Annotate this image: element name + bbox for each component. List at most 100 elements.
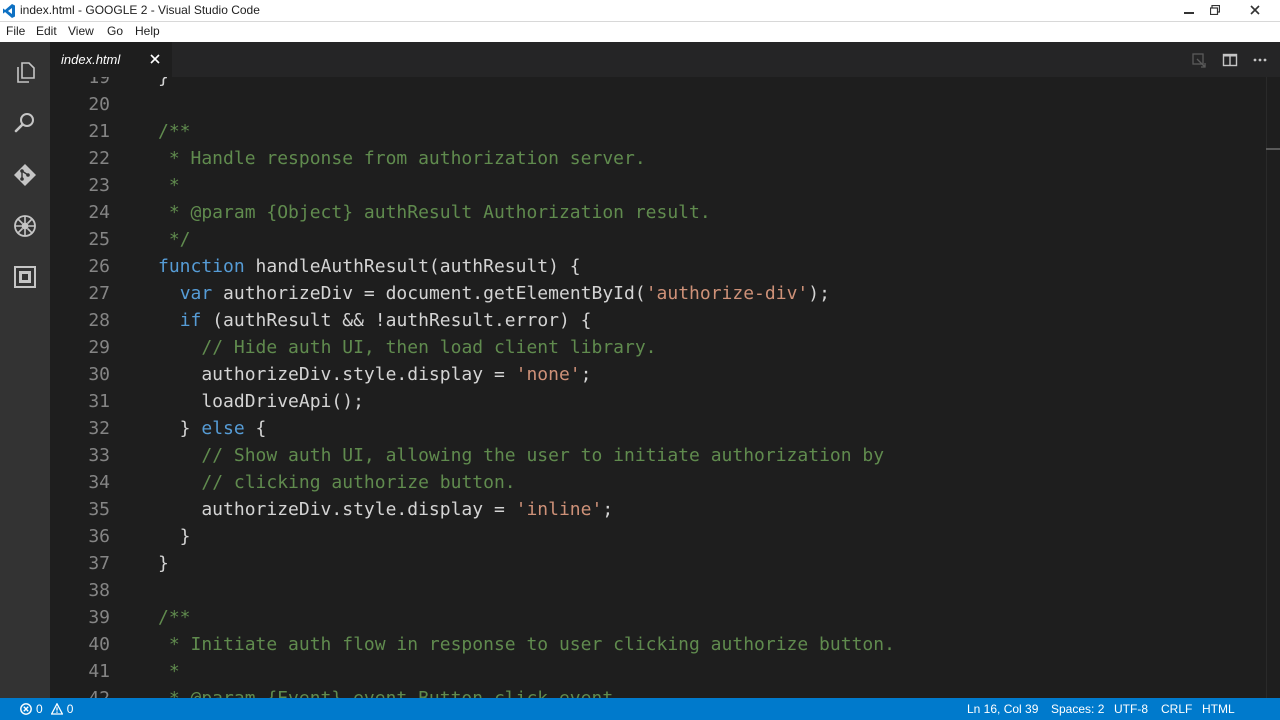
code-line[interactable]: 41 * — [50, 658, 1266, 685]
line-number: 31 — [88, 391, 110, 412]
line-code: authorizeDiv.style.display = 'inline'; — [158, 496, 613, 523]
code-line[interactable]: 40 * Initiate auth flow in response to u… — [50, 631, 1266, 658]
code-line[interactable]: 20 — [50, 91, 1266, 118]
code-line[interactable]: 19} — [50, 77, 1266, 91]
open-changes-button[interactable] — [1190, 51, 1208, 69]
language-mode[interactable]: HTML — [1202, 702, 1235, 716]
code-line[interactable]: 33 // Show auth UI, allowing the user to… — [50, 442, 1266, 469]
window-title: index.html - GOOGLE 2 - Visual Studio Co… — [20, 3, 260, 17]
code-line[interactable]: 39 /** — [50, 604, 1266, 631]
code-line[interactable]: 29 // Hide auth UI, then load client lib… — [50, 334, 1266, 361]
code-token: } — [158, 77, 169, 88]
scrollbar-thumb[interactable] — [1266, 148, 1280, 150]
line-code: } else { — [158, 415, 267, 442]
line-number: 32 — [88, 418, 110, 439]
explorer-button[interactable] — [10, 57, 40, 87]
vscode-logo-icon — [3, 4, 15, 18]
line-code: * Handle response from authorization ser… — [158, 145, 646, 172]
code-token: * — [158, 661, 180, 682]
search-button[interactable] — [10, 108, 40, 138]
line-number: 38 — [88, 580, 110, 601]
line-number: 41 — [88, 661, 110, 682]
more-actions-button[interactable] — [1251, 51, 1269, 69]
code-token: } — [158, 553, 169, 574]
code-line[interactable]: 27 var authorizeDiv = document.getElemen… — [50, 280, 1266, 307]
code-line[interactable]: 42 * @param {Event} event Button click e… — [50, 685, 1266, 698]
split-editor-button[interactable] — [1221, 51, 1239, 69]
code-line[interactable]: 22 * Handle response from authorization … — [50, 145, 1266, 172]
problems-indicator[interactable]: 0 0 — [20, 702, 73, 716]
code-line[interactable]: 31 loadDriveApi(); — [50, 388, 1266, 415]
tab-close-button[interactable] — [147, 51, 163, 67]
code-token: ; — [580, 364, 592, 385]
line-number: 21 — [88, 121, 110, 142]
code-line[interactable]: 26 function handleAuthResult(authResult) … — [50, 253, 1266, 280]
code-token: * Handle response from authorization ser… — [158, 148, 646, 169]
code-line[interactable]: 38 — [50, 577, 1266, 604]
warning-count: 0 — [66, 702, 74, 716]
status-bar: 0 0 Ln 16, Col 39 Spaces: 2 UTF-8 CRLF H… — [0, 698, 1280, 720]
code-token: /** — [158, 121, 191, 142]
code-line[interactable]: 37} — [50, 550, 1266, 577]
line-code: } — [158, 550, 169, 577]
code-line[interactable]: 28 if (authResult && !authResult.error) … — [50, 307, 1266, 334]
line-number: 42 — [50, 685, 110, 698]
line-number: 25 — [88, 229, 110, 250]
minimize-button[interactable] — [1175, 0, 1203, 20]
code-line[interactable]: 30 authorizeDiv.style.display = 'none'; — [50, 361, 1266, 388]
restore-button[interactable] — [1201, 0, 1229, 20]
code-line[interactable]: 24 * @param {Object} authResult Authoriz… — [50, 199, 1266, 226]
code-line[interactable]: 34 // clicking authorize button. — [50, 469, 1266, 496]
code-line[interactable]: 32 } else { — [50, 415, 1266, 442]
code-token: } — [158, 526, 191, 547]
code-token: else — [201, 418, 245, 439]
debug-button[interactable] — [10, 211, 40, 241]
encoding[interactable]: UTF-8 — [1114, 702, 1148, 716]
code-token: authorizeDiv.style.display = — [158, 499, 516, 520]
title-bar: index.html - GOOGLE 2 - Visual Studio Co… — [0, 0, 1280, 22]
line-code: authorizeDiv.style.display = 'none'; — [158, 361, 592, 388]
tab-label: index.html — [61, 52, 121, 67]
line-number: 22 — [88, 148, 110, 169]
menu-file[interactable]: File — [6, 24, 25, 38]
line-code: } — [158, 523, 191, 550]
tab-index-html[interactable]: index.html — [50, 42, 172, 77]
code-token: 'authorize-div' — [645, 283, 809, 304]
code-line[interactable]: 25 */ — [50, 226, 1266, 253]
code-token: authorizeDiv = document.getElementById( — [212, 283, 646, 304]
line-code: // Hide auth UI, then load client librar… — [158, 334, 656, 361]
line-code: // Show auth UI, allowing the user to in… — [158, 442, 884, 469]
line-number: 26 — [88, 256, 110, 277]
menu-edit[interactable]: Edit — [36, 24, 57, 38]
close-window-button[interactable] — [1240, 0, 1270, 20]
code-token: if — [179, 310, 202, 331]
line-number: 30 — [88, 364, 110, 385]
menu-help[interactable]: Help — [135, 24, 160, 38]
cursor-position[interactable]: Ln 16, Col 39 — [967, 702, 1038, 716]
code-line[interactable]: 36 } — [50, 523, 1266, 550]
vertical-scrollbar[interactable] — [1266, 77, 1280, 698]
code-line[interactable]: 21 /** — [50, 118, 1266, 145]
line-code: * Initiate auth flow in response to user… — [158, 631, 895, 658]
code-editor[interactable]: 19} 20 21 /** 22 * Handle response from auth… — [50, 77, 1266, 698]
extensions-button[interactable] — [10, 262, 40, 292]
line-number: 24 — [88, 202, 110, 223]
code-token: // Show auth UI, allowing the user to in… — [201, 445, 885, 466]
menu-go[interactable]: Go — [107, 24, 123, 38]
indentation[interactable]: Spaces: 2 — [1051, 702, 1104, 716]
code-token: loadDriveApi(); — [158, 391, 364, 412]
line-number: 34 — [88, 472, 110, 493]
line-number: 27 — [88, 283, 110, 304]
code-token: * — [158, 175, 180, 196]
source-control-button[interactable] — [10, 160, 40, 190]
end-of-line[interactable]: CRLF — [1161, 702, 1192, 716]
code-line[interactable]: 35 authorizeDiv.style.display = 'inline'… — [50, 496, 1266, 523]
code-token: // clicking authorize button. — [201, 472, 516, 493]
more-icon — [1253, 58, 1267, 62]
code-token: authorizeDiv.style.display = — [158, 364, 516, 385]
menu-view[interactable]: View — [68, 24, 94, 38]
code-line[interactable]: 23 * — [50, 172, 1266, 199]
